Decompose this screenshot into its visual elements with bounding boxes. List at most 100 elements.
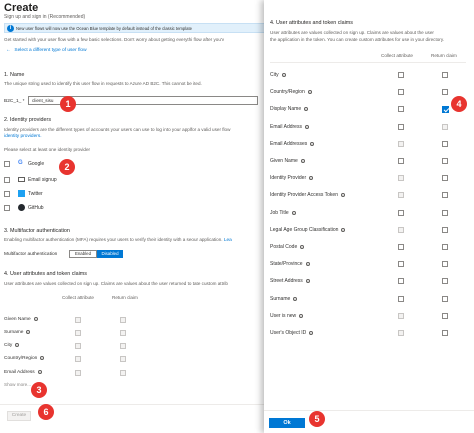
ok-button[interactable]: Ok (269, 418, 305, 428)
return-checkbox[interactable] (442, 244, 448, 250)
return-checkbox[interactable] (120, 317, 126, 323)
collect-checkbox[interactable] (398, 313, 404, 319)
return-checkbox[interactable] (120, 356, 126, 362)
info-icon[interactable]: i (299, 314, 303, 319)
return-checkbox[interactable] (442, 175, 448, 181)
return-checkbox[interactable] (442, 106, 449, 113)
attribute-label: City (270, 72, 279, 78)
email-checkbox[interactable] (4, 177, 10, 183)
collect-checkbox[interactable] (75, 330, 81, 336)
provider-email[interactable]: Email signup (4, 176, 124, 184)
collect-checkbox[interactable] (75, 317, 81, 323)
arrow-left-icon: ← (6, 47, 11, 53)
collect-checkbox[interactable] (398, 106, 404, 112)
collect-checkbox[interactable] (398, 261, 404, 267)
info-icon[interactable]: i (34, 317, 38, 322)
info-icon[interactable]: i (309, 331, 313, 336)
collect-checkbox[interactable] (398, 330, 404, 336)
collect-checkbox[interactable] (398, 227, 404, 233)
idp-heading: 2. Identity providers (4, 117, 52, 123)
return-checkbox[interactable] (120, 343, 126, 349)
github-icon (18, 204, 25, 211)
info-icon[interactable]: i (309, 176, 313, 181)
attr-heading-left: 4. User attributes and token claims (4, 271, 87, 277)
provider-github[interactable]: GitHub (4, 204, 124, 212)
info-icon[interactable]: i (341, 228, 345, 233)
info-icon[interactable]: i (293, 297, 297, 302)
mfa-label: Multifactor authentication (4, 252, 58, 257)
return-checkbox[interactable] (120, 330, 126, 336)
info-icon: i (7, 25, 14, 32)
return-checkbox[interactable] (442, 158, 448, 164)
return-checkbox[interactable] (442, 72, 448, 78)
return-checkbox[interactable] (442, 313, 448, 319)
footer-divider (0, 404, 264, 405)
collect-checkbox[interactable] (398, 175, 404, 181)
return-checkbox[interactable] (442, 261, 448, 267)
info-icon[interactable]: i (306, 279, 310, 284)
return-checkbox[interactable] (442, 192, 448, 198)
attributes-panel: 4. User attributes and token claims User… (264, 0, 474, 433)
return-checkbox[interactable] (442, 124, 448, 130)
return-checkbox[interactable] (442, 330, 448, 336)
panel-attribute-row: State/Province i (270, 260, 466, 270)
attribute-label: Identity Provider (270, 175, 307, 181)
create-button[interactable]: Create (7, 411, 31, 421)
info-icon[interactable]: i (306, 262, 310, 267)
info-icon[interactable]: i (310, 142, 314, 147)
info-icon[interactable]: i (308, 90, 312, 95)
return-checkbox[interactable] (442, 296, 448, 302)
info-icon[interactable]: i (292, 211, 296, 216)
info-icon[interactable]: i (26, 330, 30, 335)
collect-checkbox[interactable] (398, 244, 404, 250)
collect-checkbox[interactable] (398, 296, 404, 302)
collect-checkbox[interactable] (75, 370, 81, 376)
info-icon[interactable]: i (38, 370, 42, 375)
return-checkbox[interactable] (442, 141, 448, 147)
collect-checkbox[interactable] (398, 141, 404, 147)
col-return-left: Return claim (112, 295, 138, 300)
idp-description: Identity providers are the different typ… (4, 127, 231, 132)
collect-checkbox[interactable] (398, 210, 404, 216)
mfa-learn-link[interactable]: Lea (224, 238, 232, 243)
attr-description-left: User attributes are values collected on … (4, 281, 228, 286)
collect-checkbox[interactable] (75, 343, 81, 349)
google-checkbox[interactable] (4, 161, 10, 167)
email-icon (18, 177, 25, 182)
callout-3: 3 (31, 382, 47, 398)
page-subtitle: Sign up and sign in (Recommended) (4, 14, 86, 20)
back-link-row[interactable]: ← Select a different type of user flow (6, 47, 87, 53)
panel-attribute-row: Identity Provider i (270, 174, 466, 184)
collect-checkbox[interactable] (398, 278, 404, 284)
return-checkbox[interactable] (442, 227, 448, 233)
back-link[interactable]: Select a different type of user flow (14, 48, 86, 53)
return-checkbox[interactable] (442, 278, 448, 284)
info-icon[interactable]: i (304, 107, 308, 112)
mfa-disabled-option[interactable]: Disabled (97, 250, 123, 258)
info-icon[interactable]: i (341, 193, 345, 198)
collect-checkbox[interactable] (398, 158, 404, 164)
return-checkbox[interactable] (442, 89, 448, 95)
info-icon[interactable]: i (300, 245, 304, 250)
twitter-checkbox[interactable] (4, 191, 10, 197)
info-icon[interactable]: i (282, 73, 286, 78)
info-icon[interactable]: i (301, 159, 305, 164)
collect-checkbox[interactable] (75, 356, 81, 362)
collect-checkbox[interactable] (398, 124, 404, 130)
collect-checkbox[interactable] (398, 72, 404, 78)
collect-checkbox[interactable] (398, 89, 404, 95)
mfa-enabled-option[interactable]: Enabled (69, 250, 97, 258)
attribute-label: Job Title (270, 210, 289, 216)
info-icon[interactable]: i (40, 356, 44, 361)
collect-checkbox[interactable] (398, 192, 404, 198)
return-checkbox[interactable] (120, 370, 126, 376)
panel-attribute-row: Email Address i (270, 123, 466, 133)
return-checkbox[interactable] (442, 210, 448, 216)
provider-twitter[interactable]: Twitter (4, 190, 124, 198)
callout-2: 2 (59, 159, 75, 175)
show-more-link[interactable]: Show more... (4, 382, 31, 387)
info-icon[interactable]: i (305, 125, 309, 130)
info-icon[interactable]: i (15, 343, 19, 348)
github-checkbox[interactable] (4, 205, 10, 211)
idp-link[interactable]: identity providers. (4, 134, 42, 139)
